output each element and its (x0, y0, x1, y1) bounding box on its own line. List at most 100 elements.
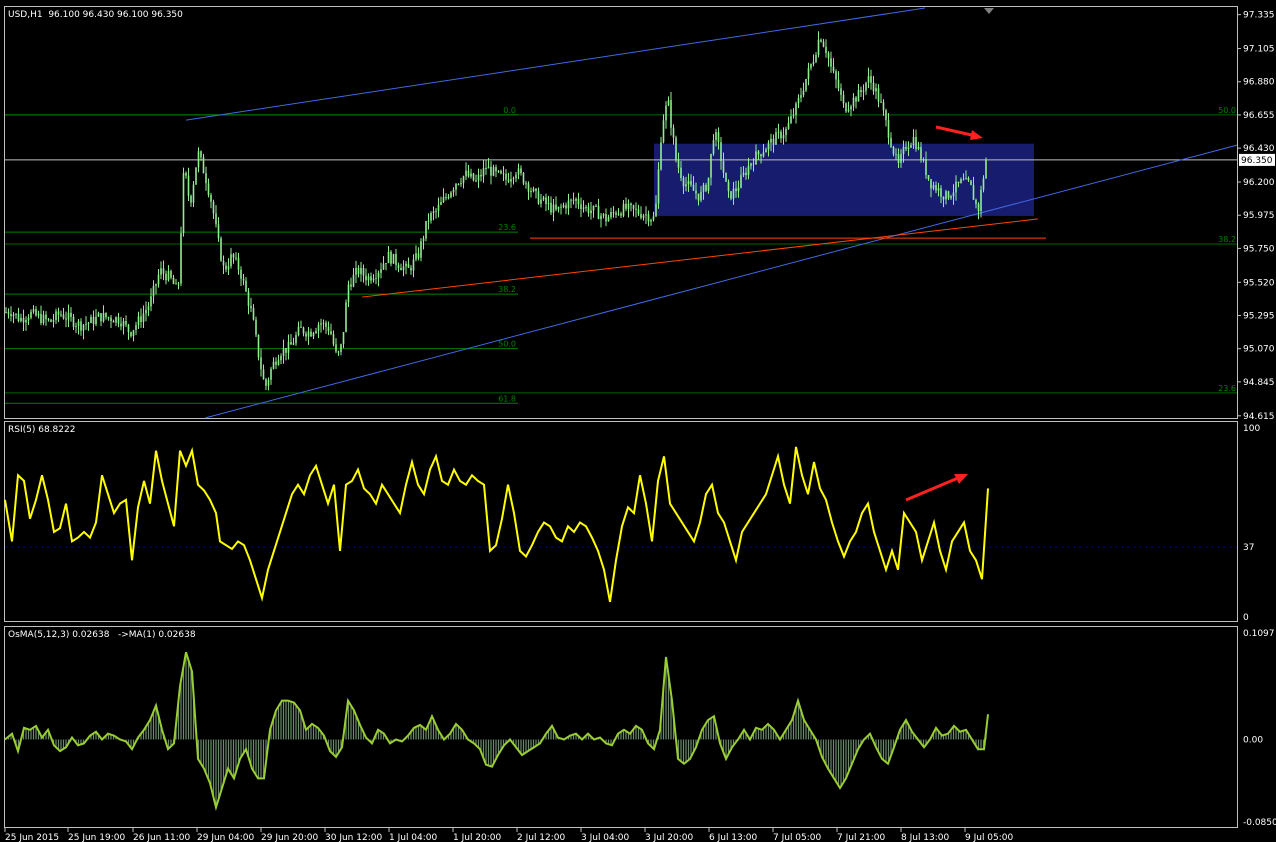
candle-body (802, 90, 805, 96)
candle-body (610, 212, 612, 218)
candle-body (497, 170, 500, 172)
candle-body (40, 313, 42, 324)
candle-body (702, 184, 705, 192)
candle-body (790, 116, 792, 123)
candle-body (420, 241, 422, 258)
candle-body (160, 268, 162, 275)
candle-body (680, 167, 682, 178)
candle-body (762, 152, 765, 157)
candle-body (405, 263, 407, 267)
candle-body (482, 167, 485, 177)
candle-body (117, 317, 120, 324)
candle-body (515, 174, 517, 179)
candle-body (127, 324, 130, 333)
candle-body (675, 137, 677, 161)
candle-body (557, 206, 560, 210)
current-price-label: 96.350 (1241, 156, 1273, 166)
candle-body (445, 197, 447, 199)
price-tick-label: 94.615 (1243, 412, 1275, 422)
candle-body (137, 316, 140, 326)
candle-body (587, 207, 590, 214)
candle-body (412, 259, 415, 271)
candle-body (55, 311, 57, 321)
candle-body (940, 188, 942, 197)
rsi-tick-label: 100 (1243, 424, 1260, 434)
candle-body (30, 311, 32, 318)
candle-body (150, 296, 152, 307)
candle-body (832, 66, 835, 72)
candle-body (80, 321, 82, 331)
candle-body (615, 212, 617, 215)
candle-body (840, 88, 842, 95)
candle-body (547, 202, 550, 205)
candle-body (860, 89, 862, 92)
candle-body (837, 79, 840, 89)
candle-body (242, 278, 245, 281)
candle-body (125, 321, 127, 325)
candle-body (927, 175, 930, 180)
candle-body (167, 270, 170, 281)
candle-body (505, 173, 507, 180)
candle-body (465, 170, 467, 177)
candle-body (625, 203, 627, 209)
candle-body (437, 204, 440, 211)
candle-body (57, 311, 60, 315)
time-tick-label: 29 Jun 04:00 (197, 833, 254, 842)
candle-body (920, 147, 922, 160)
candle-body (785, 128, 787, 136)
fibo-label: 23.6 (1218, 384, 1236, 393)
candle-body (650, 219, 652, 222)
candle-body (5, 312, 7, 314)
candle-body (822, 41, 825, 47)
candle-body (690, 181, 692, 185)
candle-body (35, 309, 37, 316)
candle-body (560, 206, 562, 208)
candle-body (872, 82, 875, 92)
rsi-title: RSI(5) 68.8222 (8, 425, 76, 435)
candle-body (340, 344, 342, 352)
candle-body (522, 173, 525, 184)
time-tick-label: 9 Jul 05:00 (965, 833, 1014, 842)
candle-body (375, 277, 377, 279)
candle-body (930, 179, 932, 189)
candle-body (312, 333, 315, 337)
candle-body (697, 193, 700, 201)
candle-body (152, 285, 155, 297)
candle-body (390, 251, 392, 264)
candle-body (870, 76, 872, 83)
candle-body (350, 284, 352, 287)
candle-body (952, 192, 955, 197)
candle-body (195, 167, 197, 185)
candle-body (142, 313, 145, 323)
candle-body (387, 251, 390, 264)
candle-body (727, 181, 730, 192)
candle-body (890, 137, 892, 147)
candle-body (335, 344, 337, 352)
candle-body (630, 203, 632, 206)
candle-body (747, 165, 750, 176)
candle-body (537, 191, 540, 204)
candle-body (205, 173, 207, 184)
candle-body (147, 306, 150, 310)
time-tick-label: 25 Jun 19:00 (68, 833, 125, 842)
candle-body (140, 316, 142, 323)
candle-body (200, 151, 202, 158)
candle-body (87, 322, 90, 324)
candle-body (585, 207, 587, 209)
candle-body (800, 95, 802, 98)
candle-body (377, 272, 380, 278)
candle-body (45, 314, 47, 320)
candle-body (907, 147, 910, 149)
candle-body (255, 319, 257, 335)
candle-body (647, 214, 650, 222)
candle-body (775, 132, 777, 145)
candle-body (355, 267, 357, 275)
candle-body (237, 257, 240, 270)
candle-body (565, 205, 567, 209)
candle-body (12, 314, 15, 317)
candle-body (635, 208, 637, 210)
candle-body (662, 120, 665, 143)
candle-body (602, 214, 605, 216)
candle-body (282, 348, 285, 357)
candle-body (877, 88, 880, 102)
